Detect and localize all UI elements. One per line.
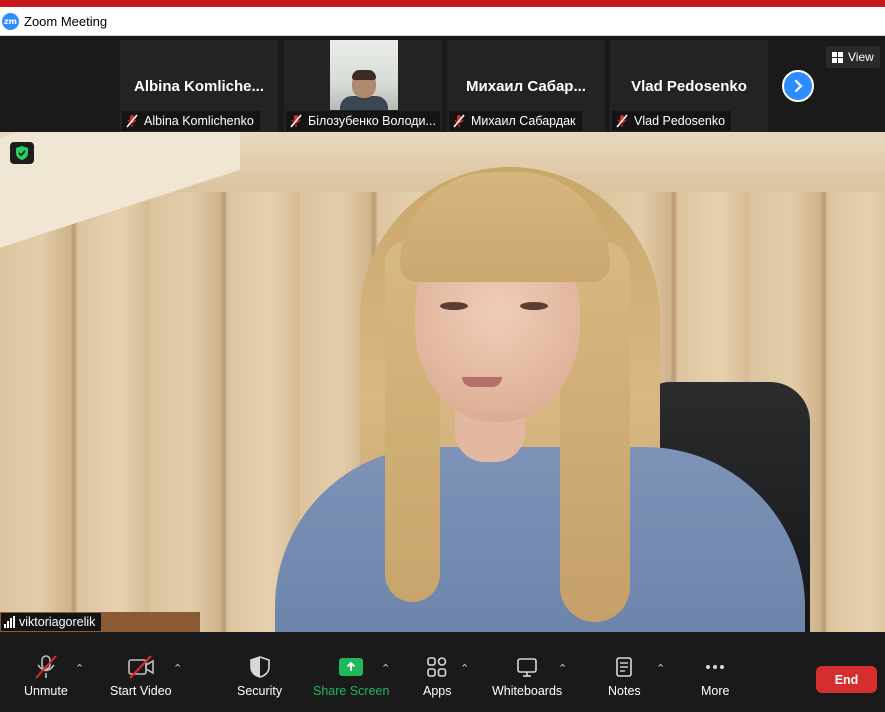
signal-strength-icon — [4, 616, 15, 628]
participant-tile[interactable]: Білозубенко Володи... — [284, 40, 442, 132]
participant-name-label: Vlad Pedosenko — [612, 111, 732, 131]
mic-muted-icon — [289, 114, 303, 128]
more-dots-icon — [706, 665, 725, 669]
whiteboard-icon — [517, 658, 537, 677]
mic-muted-icon — [125, 114, 139, 128]
more-button[interactable]: More — [701, 654, 729, 698]
encryption-shield-icon[interactable] — [10, 142, 34, 164]
participant-label-text: Vlad Pedosenko — [634, 114, 726, 128]
whiteboards-label: Whiteboards — [492, 684, 563, 698]
participant-display-name: Albina Komliche... — [133, 78, 265, 95]
participant-tile[interactable]: Albina Komliche... Albina Komlichenko — [120, 40, 278, 132]
apps-icon — [427, 657, 447, 677]
zoom-app-icon: zm — [2, 12, 19, 30]
mic-muted-icon — [35, 655, 57, 679]
apps-options-chevron-up-icon[interactable]: ⌃ — [460, 662, 469, 675]
mic-muted-icon — [452, 114, 466, 128]
whiteboards-options-chevron-up-icon[interactable]: ⌃ — [558, 662, 567, 675]
next-page-button[interactable] — [782, 70, 814, 102]
grid-icon — [832, 51, 843, 63]
start-video-button[interactable]: Start Video — [110, 654, 172, 698]
unmute-button[interactable]: Unmute — [24, 654, 68, 698]
participant-name-label: Михаил Сабардак — [449, 111, 582, 131]
notes-options-chevron-up-icon[interactable]: ⌃ — [656, 662, 665, 675]
more-label: More — [701, 684, 730, 698]
view-button-label: View — [848, 50, 874, 64]
chevron-right-icon — [794, 79, 803, 93]
participant-video-thumbnail — [330, 40, 398, 110]
unmute-label: Unmute — [24, 684, 68, 698]
meeting-controls-toolbar: Unmute ⌃ Start Video ⌃ Security Share Sc… — [0, 632, 885, 712]
view-button[interactable]: View — [826, 46, 880, 68]
video-off-icon — [128, 655, 154, 679]
security-shield-icon — [249, 656, 270, 678]
participant-tile[interactable]: Vlad Pedosenko Vlad Pedosenko — [610, 40, 768, 132]
window-top-border — [0, 0, 885, 7]
participant-label-text: Albina Komlichenko — [144, 114, 254, 128]
end-label: End — [834, 672, 859, 687]
whiteboards-button[interactable]: Whiteboards — [492, 654, 562, 698]
active-speaker-name: viktoriagorelik — [19, 615, 96, 629]
notes-button[interactable]: Notes — [608, 654, 641, 698]
active-speaker-name-label: viktoriagorelik — [1, 613, 102, 631]
participant-label-text: Білозубенко Володи... — [308, 114, 436, 128]
active-speaker-video: viktoriagorelik — [0, 132, 885, 632]
participant-tile[interactable]: Михаил Сабар... Михаил Сабардак — [447, 40, 605, 132]
share-screen-label: Share Screen — [313, 684, 390, 698]
participant-display-name: Михаил Сабар... — [466, 78, 586, 95]
notes-label: Notes — [608, 684, 641, 698]
participant-strip: Albina Komliche... Albina Komlichenko Бі… — [0, 36, 885, 132]
share-screen-button[interactable]: Share Screen — [313, 654, 389, 698]
notes-icon — [616, 657, 633, 677]
end-meeting-button[interactable]: End — [816, 666, 877, 693]
security-button[interactable]: Security — [237, 654, 282, 698]
apps-button[interactable]: Apps — [423, 654, 452, 698]
window-titlebar: zm Zoom Meeting — [0, 7, 885, 36]
share-options-chevron-up-icon[interactable]: ⌃ — [381, 662, 390, 675]
start-video-label: Start Video — [110, 684, 172, 698]
mic-muted-icon — [615, 114, 629, 128]
participant-name-label: Білозубенко Володи... — [286, 111, 440, 131]
window-title: Zoom Meeting — [24, 13, 108, 29]
audio-options-chevron-up-icon[interactable]: ⌃ — [75, 662, 84, 675]
participant-name-label: Albina Komlichenko — [122, 111, 260, 131]
participant-display-name: Vlad Pedosenko — [631, 78, 747, 95]
share-screen-icon — [339, 658, 364, 676]
video-options-chevron-up-icon[interactable]: ⌃ — [173, 662, 182, 675]
security-label: Security — [237, 684, 283, 698]
apps-label: Apps — [423, 684, 452, 698]
participant-label-text: Михаил Сабардак — [471, 114, 576, 128]
